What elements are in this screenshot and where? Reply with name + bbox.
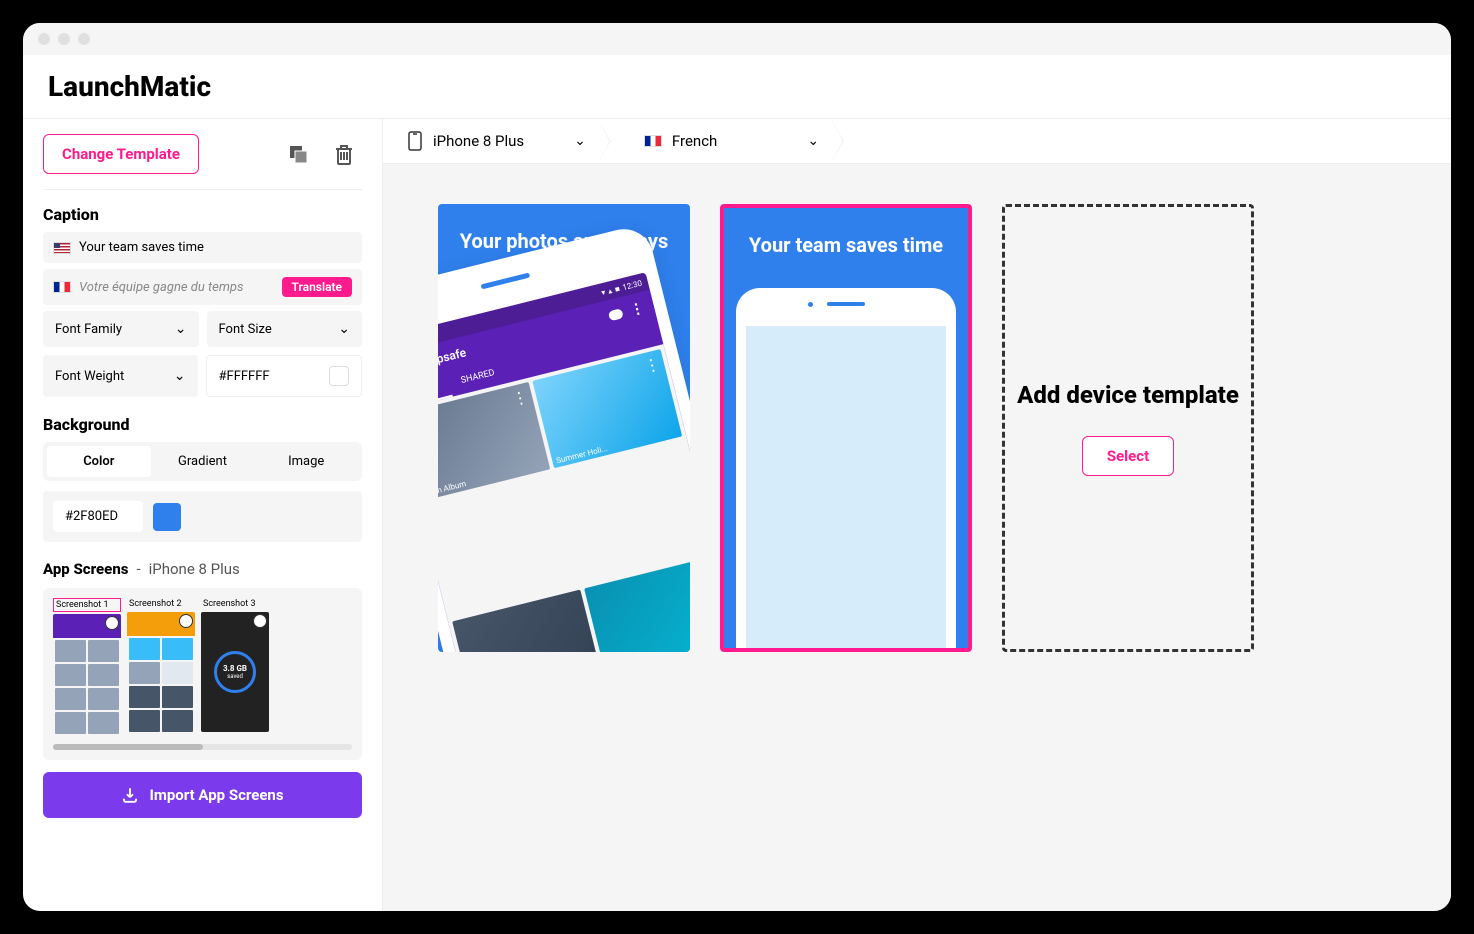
flag-fr-icon (53, 281, 71, 293)
album-label-2: Summer Holi... (555, 444, 608, 465)
import-app-screens-button[interactable]: Import App Screens (43, 772, 362, 818)
font-size-select[interactable]: Font Size ⌄ (207, 311, 363, 347)
flag-us-icon (53, 242, 71, 254)
select-template-button[interactable]: Select (1082, 436, 1174, 476)
font-family-label: Font Family (55, 322, 122, 337)
caption-en-input[interactable]: Your team saves time (43, 232, 362, 263)
screenshot-label: Screenshot 3 (201, 598, 269, 610)
translate-button[interactable]: Translate (282, 277, 352, 297)
screenshot-thumb-1[interactable]: Screenshot 1 (53, 598, 121, 734)
app-screens-header: App Screens - iPhone 8 Plus (43, 560, 362, 578)
screenshot-thumb-2[interactable]: Screenshot 2 (127, 598, 195, 734)
chevron-down-icon: ⌄ (807, 133, 819, 149)
device-crumb[interactable]: iPhone 8 Plus ⌄ (383, 119, 610, 163)
add-device-title: Add device template (1017, 380, 1239, 411)
font-weight-select[interactable]: Font Weight ⌄ (43, 355, 198, 397)
bg-color-swatch[interactable] (153, 503, 181, 531)
chevron-down-icon: ⌄ (338, 321, 350, 337)
background-section-title: Background (43, 415, 362, 434)
chevron-down-icon: ⌄ (574, 133, 586, 149)
app-screens-title: App Screens (43, 560, 128, 578)
font-color-value: #FFFFFF (219, 369, 270, 384)
thumb-badge-icon (179, 614, 193, 628)
phone-screen-empty (746, 326, 946, 648)
import-label: Import App Screens (149, 786, 283, 804)
screenshots-container: Screenshot 1 Screenshot 2 (43, 588, 362, 760)
sidebar: Change Template Caption Your team saves … (23, 119, 383, 911)
app-screens-dash: - (136, 560, 140, 578)
flag-fr-icon (644, 135, 662, 147)
font-color-swatch (329, 366, 349, 386)
album-label-1: Main Album (438, 479, 467, 498)
screenshot-preview: 3.8 GB saved (201, 612, 269, 732)
change-template-button[interactable]: Change Template (43, 134, 199, 174)
breadcrumb-bar: iPhone 8 Plus ⌄ French ⌄ (383, 119, 1451, 164)
app-header: LaunchMatic (23, 55, 1451, 119)
bg-tab-image[interactable]: Image (254, 446, 358, 477)
delete-icon[interactable] (326, 136, 362, 172)
caption-section-title: Caption (43, 205, 362, 224)
phone-time: 12:30 (621, 278, 643, 292)
device-card-1[interactable]: Your photos are always safe ▾▴■12:30 Kee… (438, 204, 690, 652)
window-control-minimize[interactable] (58, 33, 70, 45)
app-window: LaunchMatic Change Template Caption Your… (20, 20, 1454, 914)
screenshot-label: Screenshot 2 (127, 598, 195, 610)
bg-color-row: #2F80ED (43, 491, 362, 542)
window-control-maximize[interactable] (78, 33, 90, 45)
screenshot-preview (53, 614, 121, 734)
device-caption-2: Your team saves time (724, 208, 968, 270)
caption-fr-placeholder: Votre équipe gagne du temps (79, 280, 274, 295)
main-area: Change Template Caption Your team saves … (23, 119, 1451, 911)
app-title: LaunchMatic (48, 70, 1426, 103)
cloud-icon (608, 308, 624, 321)
screenshot-thumb-3[interactable]: Screenshot 3 3.8 GB saved (201, 598, 269, 734)
device-crumb-label: iPhone 8 Plus (433, 132, 524, 150)
sidebar-top-actions: Change Template (43, 134, 362, 190)
phone-icon (407, 131, 423, 151)
device-card-2[interactable]: Your team saves time (720, 204, 972, 652)
phone-mockup-straight (736, 288, 956, 648)
screenshots-scrollbar[interactable] (53, 744, 352, 750)
bg-tab-gradient[interactable]: Gradient (151, 446, 255, 477)
canvas: Your photos are always safe ▾▴■12:30 Kee… (383, 164, 1451, 911)
font-weight-label: Font Weight (55, 369, 124, 384)
bg-color-input[interactable]: #2F80ED (53, 501, 143, 532)
phone-app-name: Keepsafe (438, 345, 467, 371)
screenshots-list: Screenshot 1 Screenshot 2 (53, 598, 352, 734)
screenshot-preview (127, 612, 195, 732)
scrollbar-thumb (53, 744, 203, 750)
bg-tab-color[interactable]: Color (47, 446, 151, 477)
chevron-down-icon: ⌄ (174, 368, 186, 384)
thumb-badge-icon (105, 616, 119, 630)
content-area: iPhone 8 Plus ⌄ French ⌄ Your photos are… (383, 119, 1451, 911)
background-tabs: Color Gradient Image (43, 442, 362, 481)
caption-fr-input[interactable]: Votre équipe gagne du temps Translate (43, 269, 362, 305)
thumb3-sub: saved (227, 673, 243, 680)
window-control-close[interactable] (38, 33, 50, 45)
language-crumb-label: French (672, 132, 717, 150)
language-crumb[interactable]: French ⌄ (610, 119, 843, 163)
duplicate-icon[interactable] (280, 136, 316, 172)
font-family-select[interactable]: Font Family ⌄ (43, 311, 199, 347)
font-color-input[interactable]: #FFFFFF (206, 355, 363, 397)
app-screens-device: iPhone 8 Plus (149, 560, 240, 578)
thumb3-text: 3.8 GB (223, 664, 247, 673)
font-size-label: Font Size (219, 322, 272, 337)
thumb-badge-icon (253, 614, 267, 628)
screenshot-label: Screenshot 1 (53, 598, 121, 612)
chevron-down-icon: ⌄ (175, 321, 187, 337)
add-device-template-card: Add device template Select (1002, 204, 1254, 652)
caption-en-text: Your team saves time (79, 240, 204, 255)
window-titlebar (23, 23, 1451, 55)
phone-mockup-tilted: ▾▴■12:30 Keepsafe ⋮ PRIVATE SHARED (438, 223, 690, 652)
